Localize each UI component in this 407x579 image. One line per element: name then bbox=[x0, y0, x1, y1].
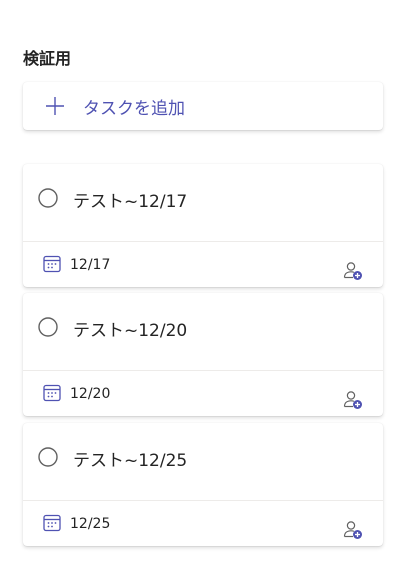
complete-task-checkbox[interactable] bbox=[38, 317, 58, 337]
task-title: テスト~12/25 bbox=[73, 451, 188, 471]
task-title: テスト~12/17 bbox=[73, 192, 188, 212]
card-divider bbox=[23, 241, 383, 242]
card-divider bbox=[23, 500, 383, 501]
calendar-icon bbox=[43, 255, 61, 273]
due-date: 12/17 bbox=[70, 257, 111, 273]
add-task-button[interactable]: タスクを追加 bbox=[23, 82, 383, 130]
complete-task-checkbox[interactable] bbox=[38, 188, 58, 208]
task-card[interactable]: テスト~12/25 12/25 bbox=[23, 423, 383, 546]
due-date: 12/25 bbox=[70, 516, 111, 532]
complete-task-checkbox[interactable] bbox=[38, 447, 58, 467]
add-task-label: タスクを追加 bbox=[83, 98, 185, 119]
due-date: 12/20 bbox=[70, 386, 111, 402]
add-person-icon[interactable] bbox=[343, 520, 363, 540]
add-person-icon[interactable] bbox=[343, 261, 363, 281]
task-title: テスト~12/20 bbox=[73, 321, 188, 341]
task-card[interactable]: テスト~12/20 12/20 bbox=[23, 293, 383, 416]
task-card[interactable]: テスト~12/17 12/17 bbox=[23, 164, 383, 287]
bucket-title: 検証用 bbox=[23, 49, 72, 68]
card-divider bbox=[23, 370, 383, 371]
add-person-icon[interactable] bbox=[343, 390, 363, 410]
plus-icon bbox=[45, 96, 65, 116]
calendar-icon bbox=[43, 384, 61, 402]
calendar-icon bbox=[43, 514, 61, 532]
